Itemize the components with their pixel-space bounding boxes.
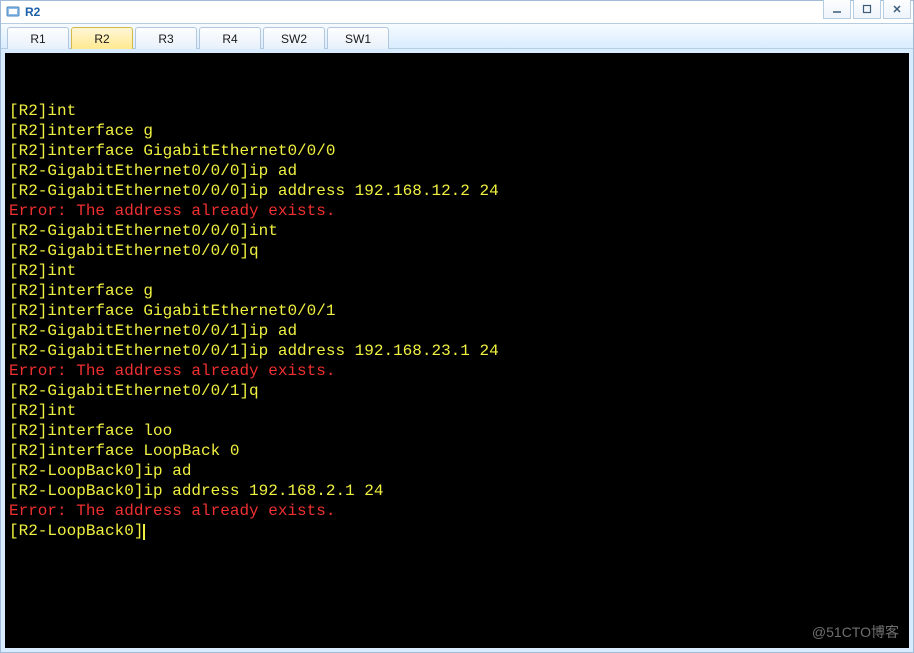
- terminal-line: [R2]interface g: [9, 121, 905, 141]
- terminal-line: [R2]interface GigabitEthernet0/0/0: [9, 141, 905, 161]
- terminal-line: [R2-LoopBack0]: [9, 521, 905, 541]
- terminal-cursor: [143, 524, 145, 540]
- terminal-line: Error: The address already exists.: [9, 501, 905, 521]
- tab-label: R3: [158, 32, 173, 46]
- tab-label: SW2: [281, 32, 307, 46]
- tab-label: R2: [94, 32, 109, 46]
- tab-label: R1: [30, 32, 45, 46]
- tab-sw1[interactable]: SW1: [327, 27, 389, 49]
- tab-sw2[interactable]: SW2: [263, 27, 325, 49]
- tab-label: SW1: [345, 32, 371, 46]
- window-title: R2: [25, 5, 40, 19]
- watermark: @51CTO博客: [812, 622, 899, 642]
- terminal-line: [R2]int: [9, 101, 905, 121]
- window-controls: [823, 0, 911, 19]
- terminal-line: [R2]interface GigabitEthernet0/0/1: [9, 301, 905, 321]
- terminal-line: [R2-GigabitEthernet0/0/0]ip address 192.…: [9, 181, 905, 201]
- terminal-container: [R2]int[R2]interface g[R2]interface Giga…: [1, 49, 913, 652]
- tab-r2[interactable]: R2: [71, 27, 133, 49]
- terminal-line: [R2-GigabitEthernet0/0/1]ip address 192.…: [9, 341, 905, 361]
- app-icon: [5, 4, 21, 20]
- tab-r4[interactable]: R4: [199, 27, 261, 49]
- terminal-line: [R2]interface g: [9, 281, 905, 301]
- tab-r3[interactable]: R3: [135, 27, 197, 49]
- terminal-window: R2 R1 R2 R3 R4 SW2 SW1 [R2]int[R2]interf…: [0, 0, 914, 653]
- titlebar[interactable]: R2: [1, 1, 913, 23]
- tab-label: R4: [222, 32, 237, 46]
- terminal-line: [R2-GigabitEthernet0/0/1]q: [9, 381, 905, 401]
- minimize-button[interactable]: [823, 0, 851, 19]
- terminal-line: Error: The address already exists.: [9, 361, 905, 381]
- terminal-line: [R2-GigabitEthernet0/0/1]ip ad: [9, 321, 905, 341]
- terminal-line: [R2-GigabitEthernet0/0/0]q: [9, 241, 905, 261]
- terminal-line: [R2-GigabitEthernet0/0/0]int: [9, 221, 905, 241]
- terminal-line: [R2]interface loo: [9, 421, 905, 441]
- tab-bar: R1 R2 R3 R4 SW2 SW1: [1, 23, 913, 49]
- terminal-output[interactable]: [R2]int[R2]interface g[R2]interface Giga…: [5, 53, 909, 648]
- terminal-line: [R2-LoopBack0]ip ad: [9, 461, 905, 481]
- terminal-line: [R2-LoopBack0]ip address 192.168.2.1 24: [9, 481, 905, 501]
- maximize-button[interactable]: [853, 0, 881, 19]
- terminal-line: [R2]int: [9, 401, 905, 421]
- terminal-line: Error: The address already exists.: [9, 201, 905, 221]
- terminal-line: [R2-GigabitEthernet0/0/0]ip ad: [9, 161, 905, 181]
- terminal-line: [R2]int: [9, 261, 905, 281]
- tab-r1[interactable]: R1: [7, 27, 69, 49]
- terminal-line: [R2]interface LoopBack 0: [9, 441, 905, 461]
- close-button[interactable]: [883, 0, 911, 19]
